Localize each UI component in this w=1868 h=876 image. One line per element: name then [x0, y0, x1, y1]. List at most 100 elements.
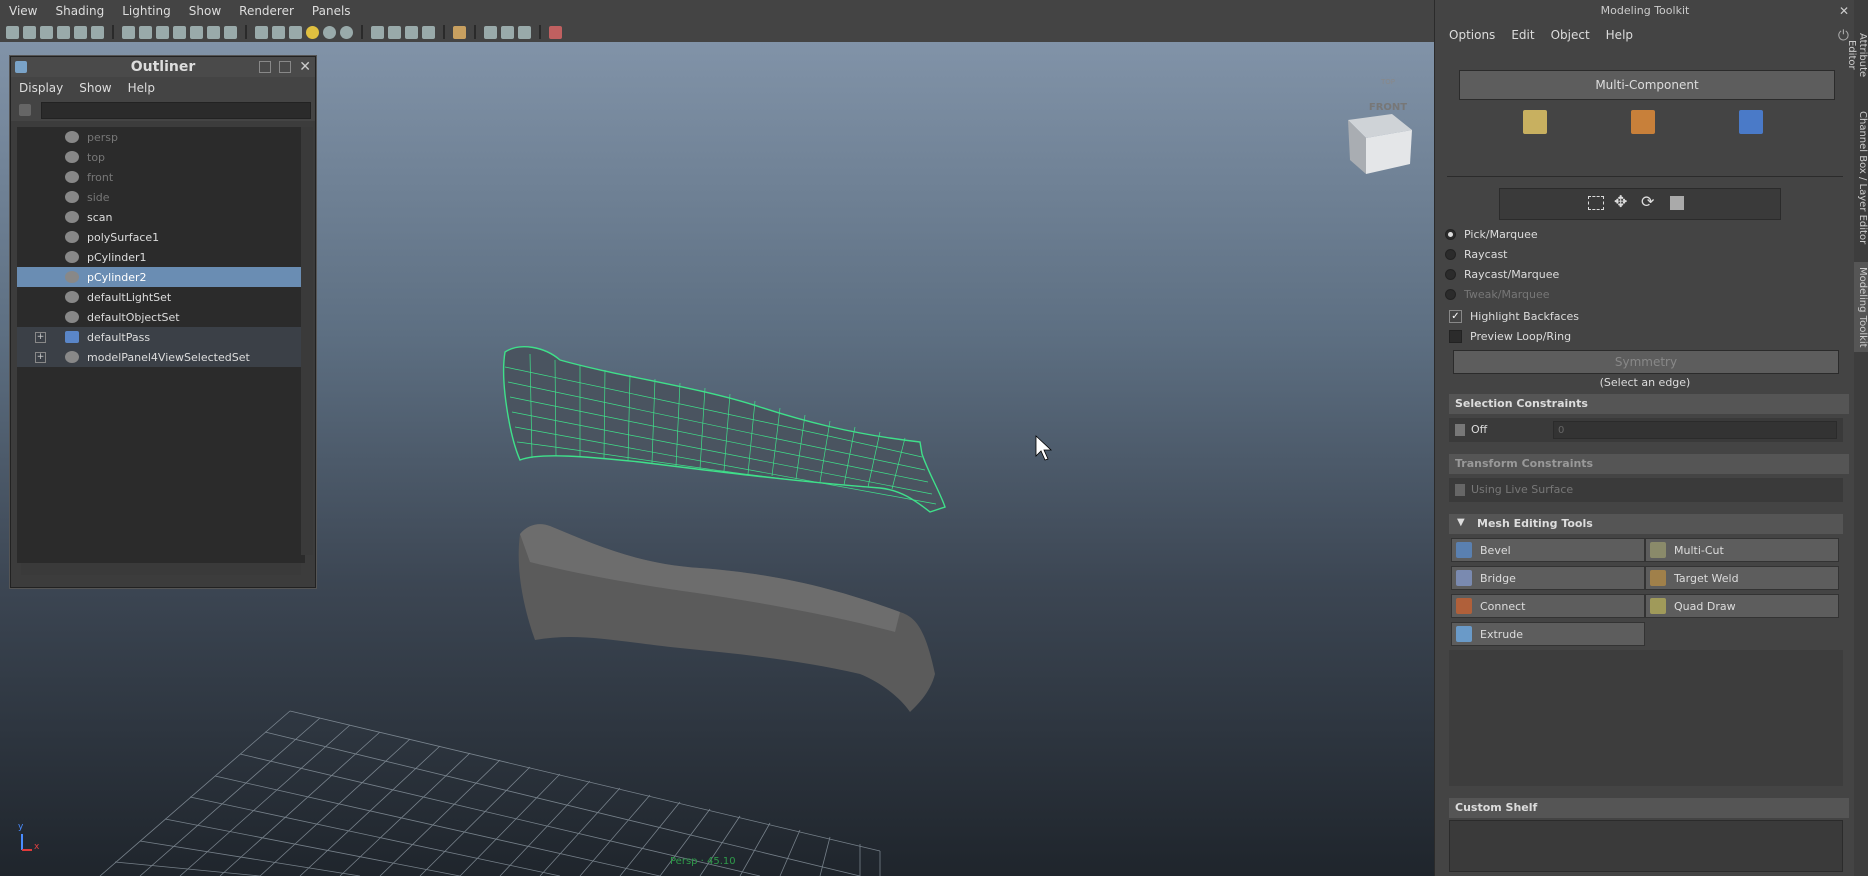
highlight-backfaces-checkbox[interactable]: ✓ Highlight Backfaces	[1435, 306, 1579, 326]
image-plane-icon[interactable]	[57, 25, 70, 39]
hud-toggle-icon[interactable]	[549, 25, 562, 39]
xray-icon[interactable]	[422, 25, 435, 39]
custom-shelf-area[interactable]	[1449, 820, 1843, 872]
close-icon[interactable]: ✕	[1839, 4, 1849, 18]
transform-constraints-header[interactable]: Transform Constraints	[1449, 454, 1849, 474]
pick-marquee-option[interactable]: Pick/Marquee	[1435, 224, 1855, 244]
mesh-editing-tools-header[interactable]: Mesh Editing Tools	[1449, 514, 1843, 534]
move-icon[interactable]: ✥	[1614, 192, 1627, 211]
view-cube-front-label[interactable]: FRONT	[1366, 102, 1410, 113]
tweak-marquee-option[interactable]: Tweak/Marquee	[1435, 284, 1855, 304]
uv-mode-icon[interactable]	[1739, 110, 1763, 134]
extrude-button[interactable]: Extrude	[1451, 622, 1645, 646]
textured-icon[interactable]	[289, 25, 302, 39]
selection-constraint-dropdown[interactable]: Off	[1471, 423, 1487, 436]
lighting-icon[interactable]	[306, 25, 319, 39]
live-surface-dropdown[interactable]: Using Live Surface	[1471, 483, 1573, 496]
toolkit-menu-help[interactable]: Help	[1598, 28, 1641, 42]
target-weld-button[interactable]: Target Weld	[1645, 566, 1839, 590]
outliner-search-input[interactable]	[41, 102, 311, 119]
motion-blur-icon[interactable]	[371, 25, 384, 39]
menu-renderer[interactable]: Renderer	[230, 4, 303, 18]
menu-lighting[interactable]: Lighting	[113, 4, 180, 18]
toolkit-menu-edit[interactable]: Edit	[1503, 28, 1542, 42]
film-gate-icon[interactable]	[91, 25, 104, 39]
collapse-arrow-icon[interactable]: ▼	[1457, 517, 1465, 528]
outliner-titlebar[interactable]: Outliner ✕	[11, 57, 315, 77]
menu-view[interactable]: View	[0, 4, 46, 18]
wireframe-icon[interactable]	[207, 25, 220, 39]
list-item-selected[interactable]: pCylinder2	[17, 267, 305, 287]
resolution-gate-icon[interactable]	[122, 25, 135, 39]
isolate-select-icon[interactable]	[453, 25, 466, 39]
layout-single-icon[interactable]	[484, 25, 497, 39]
view-cube-top-label[interactable]: TOP	[1366, 78, 1410, 86]
outliner-window[interactable]: Outliner ✕ Display Show Help persp top f…	[10, 56, 316, 588]
list-item[interactable]: polySurface1	[17, 227, 305, 247]
multi-cut-button[interactable]: Multi-Cut	[1645, 538, 1839, 562]
menu-show[interactable]: Show	[180, 4, 230, 18]
multi-component-button[interactable]: Multi-Component	[1459, 70, 1835, 100]
list-item[interactable]: defaultObjectSet	[17, 307, 305, 327]
layout-share-icon[interactable]	[518, 25, 531, 39]
smooth-shade-icon[interactable]	[255, 25, 268, 39]
custom-shelf-header[interactable]: Custom Shelf	[1449, 798, 1849, 818]
shadows-icon[interactable]	[323, 25, 336, 39]
list-item[interactable]: front	[17, 167, 305, 187]
outliner-menu-help[interactable]: Help	[120, 81, 163, 95]
menu-panels[interactable]: Panels	[303, 4, 360, 18]
antialiasing-icon[interactable]	[388, 25, 401, 39]
list-item[interactable]: persp	[17, 127, 305, 147]
gate-mask-icon[interactable]	[139, 25, 152, 39]
list-item[interactable]: + modelPanel4ViewSelectedSet	[17, 347, 305, 367]
depth-of-field-icon[interactable]	[405, 25, 418, 39]
rotate-icon[interactable]: ⟳	[1641, 192, 1654, 211]
list-item[interactable]: top	[17, 147, 305, 167]
quad-draw-button[interactable]: Quad Draw	[1645, 594, 1839, 618]
ambient-occlusion-icon[interactable]	[340, 25, 353, 39]
grid-toggle-icon[interactable]	[74, 25, 87, 39]
marquee-select-icon[interactable]	[1588, 196, 1604, 210]
toolkit-menu-object[interactable]: Object	[1543, 28, 1598, 42]
text-icon[interactable]	[224, 25, 237, 39]
select-camera-icon[interactable]	[6, 25, 19, 39]
constraint-value-field[interactable]: 0	[1553, 421, 1837, 439]
list-item[interactable]: pCylinder1	[17, 247, 305, 267]
symmetry-button[interactable]: Symmetry	[1453, 350, 1839, 374]
safe-title-icon[interactable]	[190, 25, 203, 39]
filter-icon[interactable]	[19, 104, 31, 116]
close-icon[interactable]: ✕	[299, 59, 311, 75]
list-item[interactable]: defaultLightSet	[17, 287, 305, 307]
connect-button[interactable]: Connect	[1451, 594, 1645, 618]
list-item[interactable]: side	[17, 187, 305, 207]
vertical-scrollbar[interactable]	[301, 127, 313, 555]
outliner-menu-display[interactable]: Display	[11, 81, 71, 95]
maximize-icon[interactable]	[279, 61, 291, 73]
bridge-button[interactable]: Bridge	[1451, 566, 1645, 590]
outliner-menu-show[interactable]: Show	[71, 81, 119, 95]
safe-action-icon[interactable]	[173, 25, 186, 39]
tab-channel-box-layer-editor[interactable]: Channel Box / Layer Editor	[1854, 108, 1868, 248]
expand-icon[interactable]: +	[35, 332, 46, 343]
wireframe-on-shaded-icon[interactable]	[272, 25, 285, 39]
camera-attributes-icon[interactable]	[23, 25, 36, 39]
bookmarks-icon[interactable]	[40, 25, 53, 39]
menu-shading[interactable]: Shading	[46, 4, 113, 18]
list-item[interactable]: + defaultPass	[17, 327, 305, 347]
tab-modeling-toolkit[interactable]: Modeling Toolkit	[1854, 262, 1868, 352]
field-chart-icon[interactable]	[156, 25, 169, 39]
preview-loop-ring-checkbox[interactable]: Preview Loop/Ring	[1435, 326, 1571, 346]
raycast-option[interactable]: Raycast	[1435, 244, 1855, 264]
face-mode-icon[interactable]	[1631, 110, 1655, 134]
list-item[interactable]: scan	[17, 207, 305, 227]
horizontal-scrollbar[interactable]	[21, 563, 301, 575]
vertex-mode-icon[interactable]	[1523, 110, 1547, 134]
selection-constraints-header[interactable]: Selection Constraints	[1449, 394, 1849, 414]
expand-icon[interactable]: +	[35, 352, 46, 363]
layout-four-icon[interactable]	[501, 25, 514, 39]
scale-icon[interactable]	[1670, 196, 1684, 210]
minimize-icon[interactable]	[259, 61, 271, 73]
bevel-button[interactable]: Bevel	[1451, 538, 1645, 562]
tab-attribute-editor[interactable]: Attribute Editor	[1846, 20, 1868, 90]
toolkit-menu-options[interactable]: Options	[1441, 28, 1503, 42]
